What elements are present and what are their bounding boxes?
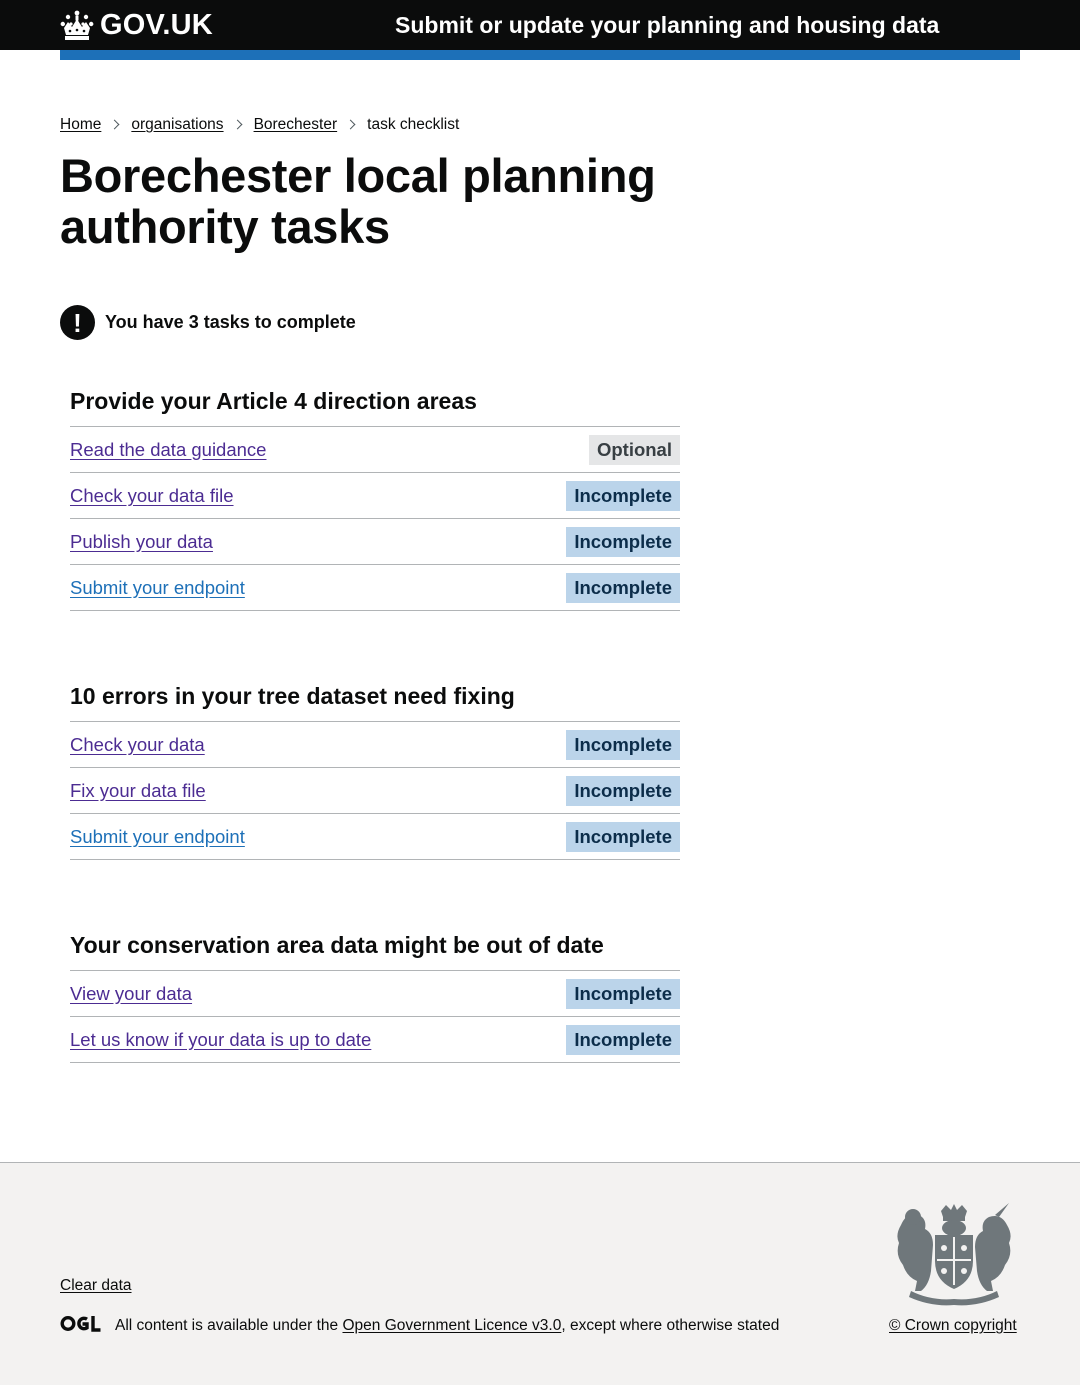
task-link-fix-data-file[interactable]: Fix your data file <box>70 780 206 802</box>
task-list: Read the data guidance Optional Check yo… <box>70 426 680 611</box>
licence-prefix: All content is available under the <box>115 1317 343 1334</box>
task-link-submit-endpoint[interactable]: Submit your endpoint <box>70 577 245 599</box>
section-heading: 10 errors in your tree dataset need fixi… <box>70 683 515 709</box>
task-row: Let us know if your data is up to date I… <box>70 1017 680 1063</box>
site-footer: Clear data All content is available unde… <box>0 1162 1080 1385</box>
section-heading: Provide your Article 4 direction areas <box>70 388 477 414</box>
breadcrumb-current: task checklist <box>367 116 460 133</box>
chevron-right-icon <box>232 119 243 129</box>
task-link-read-guidance[interactable]: Read the data guidance <box>70 439 266 461</box>
task-link-submit-endpoint[interactable]: Submit your endpoint <box>70 826 245 848</box>
crown-icon <box>60 10 94 40</box>
service-name-link[interactable]: Submit or update your planning and housi… <box>395 12 939 39</box>
status-badge: Incomplete <box>566 729 680 760</box>
breadcrumb-organisations[interactable]: organisations <box>131 116 223 134</box>
task-row: Fix your data file Incomplete <box>70 768 680 814</box>
task-row: Submit your endpoint Incomplete <box>70 814 680 860</box>
task-link-check-data[interactable]: Check your data <box>70 734 205 756</box>
task-link-check-data-file[interactable]: Check your data file <box>70 485 234 507</box>
page-title: Borechester local planning authority tas… <box>60 149 656 253</box>
task-section-tree-errors: 10 errors in your tree dataset need fixi… <box>70 681 680 860</box>
logo-text: GOV.UK <box>100 8 213 41</box>
task-link-view-data[interactable]: View your data <box>70 983 192 1005</box>
status-badge: Incomplete <box>566 821 680 852</box>
chevron-right-icon <box>345 119 356 129</box>
royal-coat-of-arms-icon <box>897 1203 1011 1306</box>
task-row: View your data Incomplete <box>70 971 680 1017</box>
task-list: Check your data Incomplete Fix your data… <box>70 721 680 860</box>
clear-data-link[interactable]: Clear data <box>60 1277 132 1295</box>
crown-copyright-link[interactable]: © Crown copyright <box>889 1317 1017 1335</box>
govuk-logo-link[interactable]: GOV.UK <box>60 6 213 44</box>
task-row: Check your data file Incomplete <box>70 473 680 519</box>
ogl-logo-icon <box>60 1315 101 1332</box>
licence-suffix: , except where otherwise stated <box>561 1317 780 1334</box>
site-header: GOV.UK Submit or update your planning an… <box>0 0 1080 50</box>
licence-text: All content is available under the Open … <box>115 1317 779 1335</box>
section-heading: Your conservation area data might be out… <box>70 932 604 958</box>
status-badge: Incomplete <box>566 480 680 511</box>
status-badge: Incomplete <box>566 775 680 806</box>
licence-link[interactable]: Open Government Licence v3.0 <box>342 1317 561 1334</box>
breadcrumb-borechester[interactable]: Borechester <box>254 116 338 134</box>
warning-text-block: ! You have 3 tasks to complete <box>60 305 356 340</box>
task-section-article-4: Provide your Article 4 direction areas R… <box>70 386 680 611</box>
breadcrumb-home[interactable]: Home <box>60 116 101 134</box>
task-section-conservation-area: Your conservation area data might be out… <box>70 930 680 1063</box>
warning-message: You have 3 tasks to complete <box>105 312 356 332</box>
task-link-data-up-to-date[interactable]: Let us know if your data is up to date <box>70 1029 371 1051</box>
chevron-right-icon <box>109 119 120 129</box>
status-badge: Incomplete <box>566 526 680 557</box>
task-row: Submit your endpoint Incomplete <box>70 565 680 611</box>
task-row: Check your data Incomplete <box>70 722 680 768</box>
warning-icon: ! <box>60 305 95 340</box>
header-accent-bar <box>60 50 1020 60</box>
status-badge: Incomplete <box>566 978 680 1009</box>
task-link-publish-data[interactable]: Publish your data <box>70 531 213 553</box>
task-list: View your data Incomplete Let us know if… <box>70 970 680 1063</box>
status-badge: Incomplete <box>566 1024 680 1055</box>
status-badge: Incomplete <box>566 572 680 603</box>
task-row: Publish your data Incomplete <box>70 519 680 565</box>
status-badge: Optional <box>588 434 680 465</box>
breadcrumb: Home organisations Borechester task chec… <box>60 116 459 134</box>
task-row: Read the data guidance Optional <box>70 427 680 473</box>
